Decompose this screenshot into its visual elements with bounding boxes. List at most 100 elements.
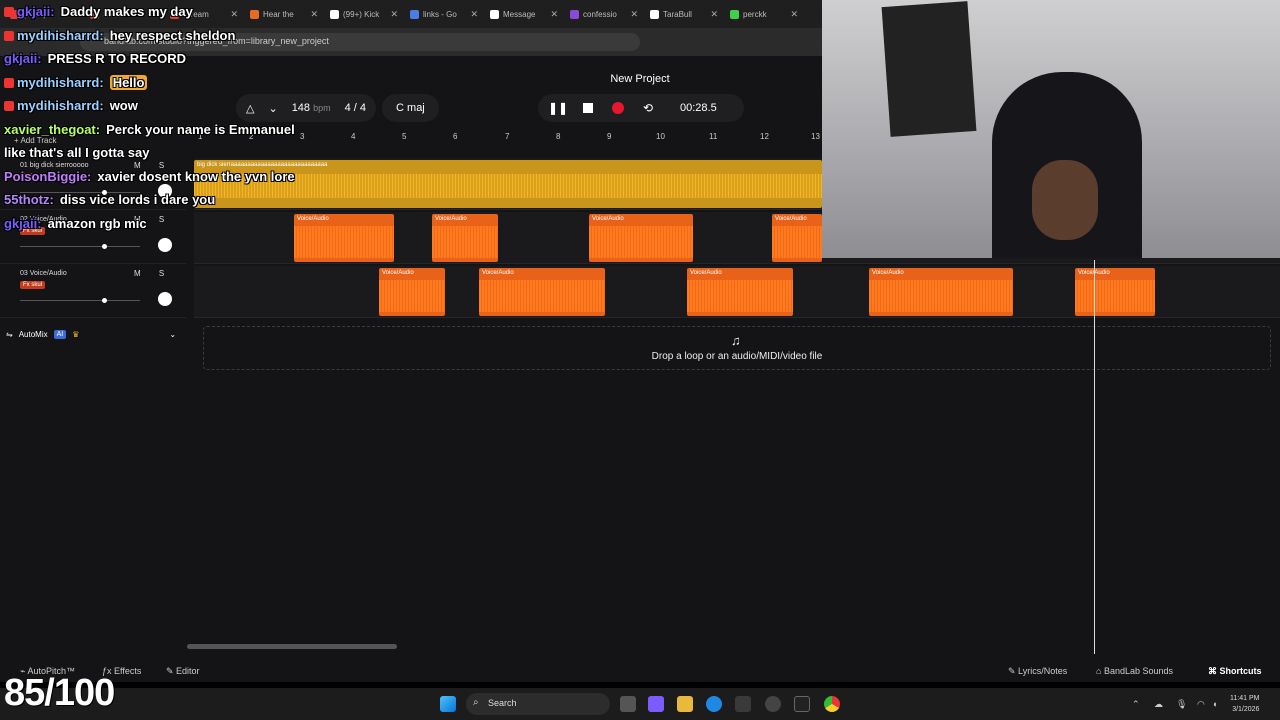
audio-region[interactable]: Voice/Audio (687, 268, 793, 316)
stream-chat-overlay: gkjaii: Daddy makes my day mydihisharrd: h… (4, 0, 304, 235)
automix-icon: ⇋ (6, 330, 13, 339)
ruler-tick: 7 (505, 132, 510, 141)
music-note-icon: ♫ (731, 333, 741, 348)
close-icon[interactable]: ✕ (630, 9, 638, 20)
chat-message: gkjaii: PRESS R TO RECORD (4, 51, 187, 66)
tab-favicon-icon (330, 9, 339, 19)
ai-badge: AI (53, 330, 67, 339)
close-icon[interactable]: ✕ (470, 9, 478, 20)
task-view-icon[interactable] (620, 696, 636, 712)
chevron-up-icon[interactable]: ⌃ (1132, 699, 1140, 710)
audio-region[interactable]: Voice/Audio (479, 268, 605, 316)
mute-solo-buttons[interactable]: M S (134, 269, 172, 278)
ruler-tick: 5 (402, 132, 407, 141)
webcam-feed (822, 0, 1280, 258)
tab-favicon-icon (570, 9, 579, 19)
pan-knob[interactable] (158, 292, 172, 306)
close-icon[interactable]: ✕ (310, 9, 318, 20)
transport-controls: ❚❚ ⟲ 00:28.5 (538, 94, 744, 122)
audio-region[interactable]: Voice/Audio (379, 268, 445, 316)
tab-favicon-icon (650, 9, 659, 19)
studio-bottom-bar: ⌁ AutoPitch™ ƒx Effects ✎ Editor ✎ Lyric… (0, 660, 1280, 682)
ruler-tick: 6 (453, 132, 458, 141)
volume-slider[interactable] (20, 298, 140, 303)
copilot-icon[interactable] (648, 696, 664, 712)
track-header[interactable]: 03 Voice/Audio M S Fx skul (0, 266, 186, 318)
ruler-tick: 11 (709, 132, 718, 141)
close-icon[interactable]: ✕ (790, 9, 798, 20)
badge-icon (4, 30, 14, 41)
time-signature[interactable]: 4 / 4 (345, 102, 366, 114)
tab-favicon-icon (410, 9, 419, 19)
wifi-icon[interactable]: ◠ (1197, 699, 1205, 710)
tab-favicon-icon (730, 9, 739, 19)
wall-poster (881, 1, 977, 137)
audio-region[interactable]: Voice/Audio (772, 214, 822, 262)
playhead[interactable] (1094, 260, 1095, 654)
fx-tag[interactable]: Fx skul (20, 281, 46, 289)
horizontal-scrollbar[interactable] (187, 644, 397, 649)
browser-tab[interactable]: confessio ✕ (564, 2, 644, 26)
chat-message: PoisonBiggie: xavier dosent know the yvn … (4, 168, 295, 184)
obs-icon[interactable] (794, 696, 810, 712)
automix-row[interactable]: ⇋ AutoMix AI ♛ ⌄ (6, 330, 176, 339)
audio-region[interactable]: Voice/Audio (1075, 268, 1155, 316)
volume-slider[interactable] (20, 244, 140, 249)
close-icon[interactable]: ✕ (390, 9, 398, 20)
network-icon[interactable]: ☁ (1154, 699, 1163, 710)
ruler-tick: 4 (351, 132, 356, 141)
tab-favicon-icon (490, 9, 499, 19)
windows-taskbar: ⌕ Search ⌃ ☁ 🎙 ◠ ◖ 11:41 PM 3/1/2026 (0, 688, 1280, 720)
stop-button[interactable] (580, 100, 596, 116)
audio-region[interactable]: Voice/Audio (869, 268, 1013, 316)
streamer-face (1032, 160, 1098, 240)
score-overlay: 85/100 (4, 672, 115, 714)
track-lane[interactable]: Voice/Audio Voice/Audio Voice/Audio Voic… (194, 266, 1280, 318)
volume-icon[interactable]: ◖ (1212, 699, 1217, 709)
editor-button[interactable]: ✎ Editor (166, 666, 200, 677)
loop-button[interactable]: ⟲ (640, 100, 656, 116)
file-explorer-icon[interactable] (677, 696, 693, 712)
chat-message: gkjaii: Daddy makes my day (4, 0, 304, 24)
audio-region[interactable]: Voice/Audio (294, 214, 394, 262)
chat-message: gkjaii: amazon rgb mic (4, 215, 147, 231)
taskbar-search[interactable]: ⌕ Search (466, 693, 610, 715)
time-display: 00:28.5 (680, 102, 717, 114)
chevron-down-icon[interactable]: ⌄ (169, 330, 176, 339)
audio-region[interactable]: Voice/Audio (589, 214, 693, 262)
chat-message: mydihisharrd: Hello (4, 71, 304, 95)
pan-knob[interactable] (158, 238, 172, 252)
audio-region[interactable]: Voice/Audio (432, 214, 498, 262)
ruler-tick: 10 (656, 132, 665, 141)
browser-tab[interactable]: TaraBull ✕ (644, 2, 724, 26)
browser-tab[interactable]: (99+) Kick ✕ (324, 2, 404, 26)
record-button[interactable] (610, 100, 626, 116)
app-icon[interactable] (765, 696, 781, 712)
microphone-icon[interactable]: 🎙 (1176, 699, 1187, 710)
search-icon: ⌕ (473, 697, 479, 708)
chat-message: mydihisharrd: wow (4, 94, 304, 118)
shortcuts-button[interactable]: ⌘ Shortcuts (1208, 666, 1262, 677)
key-selector[interactable]: C maj (382, 94, 439, 122)
badge-icon (4, 101, 14, 111)
browser-tab[interactable]: links - Go ✕ (404, 2, 484, 26)
edge-icon[interactable] (706, 696, 722, 712)
close-icon[interactable]: ✕ (550, 9, 558, 20)
chrome-icon[interactable] (824, 696, 840, 712)
browser-tab-active[interactable]: perckk ✕ (724, 2, 804, 26)
chat-message: xavier_thegoat: Perck your name is Emmanu… (4, 121, 295, 161)
start-icon[interactable] (440, 696, 456, 712)
drop-zone[interactable]: ♫ Drop a loop or an audio/MIDI/video fil… (203, 326, 1271, 370)
lyrics-notes-button[interactable]: ✎ Lyrics/Notes (1008, 666, 1067, 677)
system-clock[interactable]: 11:41 PM 3/1/2026 (1230, 693, 1259, 715)
bandlab-sounds-button[interactable]: ⌂ BandLab Sounds (1096, 666, 1173, 676)
crown-icon: ♛ (72, 330, 80, 339)
ruler-tick: 9 (607, 132, 612, 141)
badge-icon (4, 77, 14, 88)
ruler-tick: 12 (760, 132, 769, 141)
store-icon[interactable] (735, 696, 751, 712)
pause-button[interactable]: ❚❚ (548, 100, 568, 116)
chat-message: mydihisharrd: hey respect sheldon (4, 24, 304, 48)
close-icon[interactable]: ✕ (710, 9, 718, 20)
browser-tab[interactable]: Message ✕ (484, 2, 564, 26)
